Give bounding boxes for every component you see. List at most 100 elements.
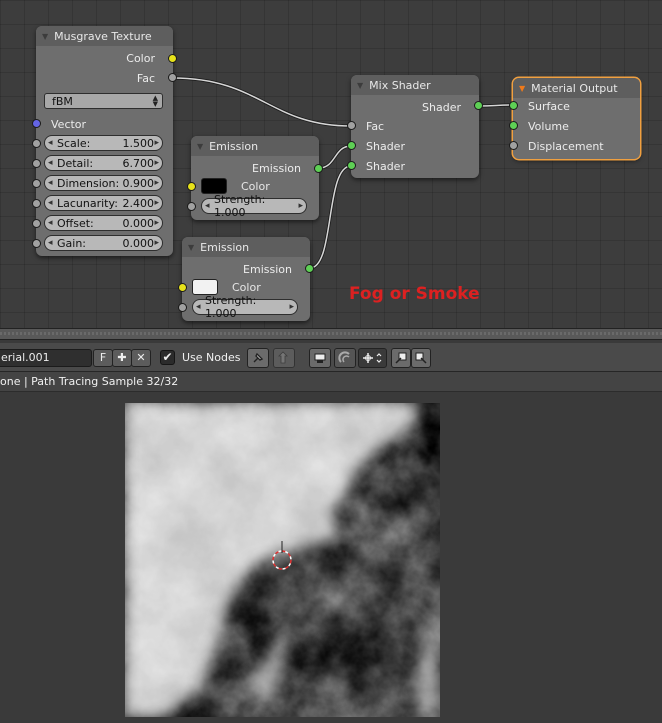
mix-shader-output-socket[interactable]	[474, 101, 483, 110]
collapse-triangle-icon[interactable]: ▼	[188, 243, 194, 252]
smoke-render	[125, 403, 440, 717]
go-parent-icon[interactable]	[273, 348, 295, 368]
dimension-field[interactable]: ◂ Dimension: 0.900 ▸	[44, 175, 163, 191]
collapse-triangle-icon[interactable]: ▼	[42, 32, 48, 41]
musgrave-texture-node[interactable]: ▼ Musgrave Texture Color Fac fBM ▲ ▼ Vect…	[32, 26, 177, 256]
musgrave-color-socket[interactable]	[168, 54, 177, 63]
musgrave-type-value: fBM	[52, 94, 73, 108]
emission2-strength-socket[interactable]	[178, 303, 187, 312]
material-output-header[interactable]: ▼ Material Output	[513, 78, 640, 98]
offset-socket[interactable]	[32, 219, 41, 228]
increment-arrow-icon[interactable]: ▸	[154, 236, 159, 250]
link-fac-to-mix	[172, 76, 352, 128]
volume-label: Volume	[528, 119, 569, 133]
emission-node-1[interactable]: ▼ Emission Emission Color ◂ Strength: 1.…	[187, 136, 323, 220]
dimension-value: 0.900	[122, 176, 155, 190]
collapse-triangle-icon[interactable]: ▼	[357, 81, 363, 90]
musgrave-fac-socket[interactable]	[168, 73, 177, 82]
decrement-arrow-icon[interactable]: ◂	[48, 176, 53, 190]
paste-nodes-icon[interactable]	[411, 348, 431, 368]
emission2-output-row: Emission	[182, 259, 310, 279]
emission-node-2[interactable]: ▼ Emission Emission Color ◂ Strength: 1.…	[178, 237, 314, 321]
scale-field[interactable]: ◂ Scale: 1.500 ▸	[44, 135, 163, 151]
increment-arrow-icon[interactable]: ▸	[154, 176, 159, 190]
emission2-color-swatch[interactable]	[192, 279, 218, 295]
emission1-color-socket[interactable]	[187, 182, 196, 191]
emission1-output-socket[interactable]	[314, 164, 323, 173]
emission1-node-header[interactable]: ▼ Emission	[191, 136, 319, 156]
mix-shader-header[interactable]: ▼ Mix Shader	[351, 75, 479, 95]
node-editor[interactable]: ▼ Musgrave Texture Color Fac fBM ▲ ▼ Vect…	[0, 0, 662, 328]
use-nodes-checkbox[interactable]: ✔	[160, 350, 175, 365]
musgrave-output-color: Color	[36, 48, 173, 68]
detail-value: 6.700	[122, 156, 155, 170]
separator-grip	[0, 332, 662, 335]
musgrave-node-title: Musgrave Texture	[54, 29, 152, 43]
decrement-arrow-icon[interactable]: ◂	[48, 156, 53, 170]
emission1-output-label: Emission	[252, 161, 301, 175]
decrement-arrow-icon[interactable]: ◂	[48, 236, 53, 250]
dimension-socket[interactable]	[32, 179, 41, 188]
decrement-arrow-icon[interactable]: ◂	[48, 216, 53, 230]
mix-shader-node[interactable]: ▼ Mix Shader Shader Fac Shader Shader	[347, 75, 483, 178]
gain-field[interactable]: ◂ Gain: 0.000 ▸	[44, 235, 163, 251]
material-output-title: Material Output	[531, 81, 618, 95]
snap-toggle-icon[interactable]	[334, 348, 356, 368]
emission1-color-swatch[interactable]	[201, 178, 227, 194]
lacunarity-field[interactable]: ◂ Lacunarity: 2.400 ▸	[44, 195, 163, 211]
decrement-arrow-icon[interactable]: ◂	[48, 136, 53, 150]
musgrave-vector-row: Vector	[36, 114, 173, 134]
fake-user-button[interactable]: F	[93, 349, 113, 367]
increment-arrow-icon[interactable]: ▸	[289, 300, 294, 314]
emission2-title: Emission	[200, 240, 250, 254]
lacunarity-label: Lacunarity:	[57, 196, 118, 210]
gain-socket[interactable]	[32, 239, 41, 248]
collapse-triangle-icon[interactable]: ▼	[197, 142, 203, 151]
displacement-row: Displacement	[513, 136, 640, 156]
detail-field[interactable]: ◂ Detail: 6.700 ▸	[44, 155, 163, 171]
scale-socket[interactable]	[32, 139, 41, 148]
emission2-node-header[interactable]: ▼ Emission	[182, 237, 310, 257]
emission2-output-socket[interactable]	[305, 264, 314, 273]
emission1-strength-socket[interactable]	[187, 202, 196, 211]
emission1-title: Emission	[209, 139, 259, 153]
detail-socket[interactable]	[32, 159, 41, 168]
displacement-label: Displacement	[528, 139, 604, 153]
plus-icon[interactable]: ✚	[112, 349, 132, 367]
area-separator[interactable]	[0, 328, 662, 340]
increment-arrow-icon[interactable]: ▸	[154, 216, 159, 230]
mix-shader-output-label: Shader	[422, 100, 461, 114]
snap-mode-icon[interactable]	[358, 348, 387, 368]
material-output-node[interactable]: ▼ Material Output Surface Volume Displac…	[509, 78, 640, 159]
mix-shader-output-row: Shader	[351, 97, 479, 117]
scale-label: Scale:	[57, 136, 91, 150]
vector-label: Vector	[51, 117, 87, 131]
emission2-strength-field[interactable]: ◂ Strength: 1.000 ▸	[192, 294, 298, 320]
musgrave-node-header[interactable]: ▼ Musgrave Texture	[36, 26, 173, 46]
copy-nodes-icon[interactable]	[391, 348, 411, 368]
decrement-arrow-icon[interactable]: ◂	[205, 199, 210, 213]
x-icon[interactable]: ✕	[131, 349, 151, 367]
render-view[interactable]	[0, 392, 662, 723]
mix-shader1-row: Shader	[351, 136, 479, 156]
emission1-strength-field[interactable]: ◂ Strength: 1.000 ▸	[201, 193, 307, 219]
decrement-arrow-icon[interactable]: ◂	[196, 300, 201, 314]
mix-shader2-row: Shader	[351, 156, 479, 176]
musgrave-type-select[interactable]: fBM ▲ ▼	[44, 93, 163, 109]
lacunarity-socket[interactable]	[32, 199, 41, 208]
link-mix-to-surface	[478, 103, 514, 108]
offset-field[interactable]: ◂ Offset: 0.000 ▸	[44, 215, 163, 231]
material-name-field[interactable]: erial.001	[0, 349, 92, 367]
node-editor-header: erial.001 F ✚ ✕ ✔ Use Nodes	[0, 343, 662, 372]
decrement-arrow-icon[interactable]: ◂	[48, 196, 53, 210]
collapse-triangle-icon[interactable]: ▼	[519, 84, 525, 93]
increment-arrow-icon[interactable]: ▸	[154, 136, 159, 150]
increment-arrow-icon[interactable]: ▸	[154, 156, 159, 170]
render-result-image	[125, 403, 440, 717]
increment-arrow-icon[interactable]: ▸	[154, 196, 159, 210]
pin-icon[interactable]	[247, 348, 269, 368]
emission2-color-socket[interactable]	[178, 283, 187, 292]
backdrop-icon[interactable]	[309, 348, 331, 368]
scale-value: 1.500	[122, 136, 155, 150]
increment-arrow-icon[interactable]: ▸	[298, 199, 303, 213]
